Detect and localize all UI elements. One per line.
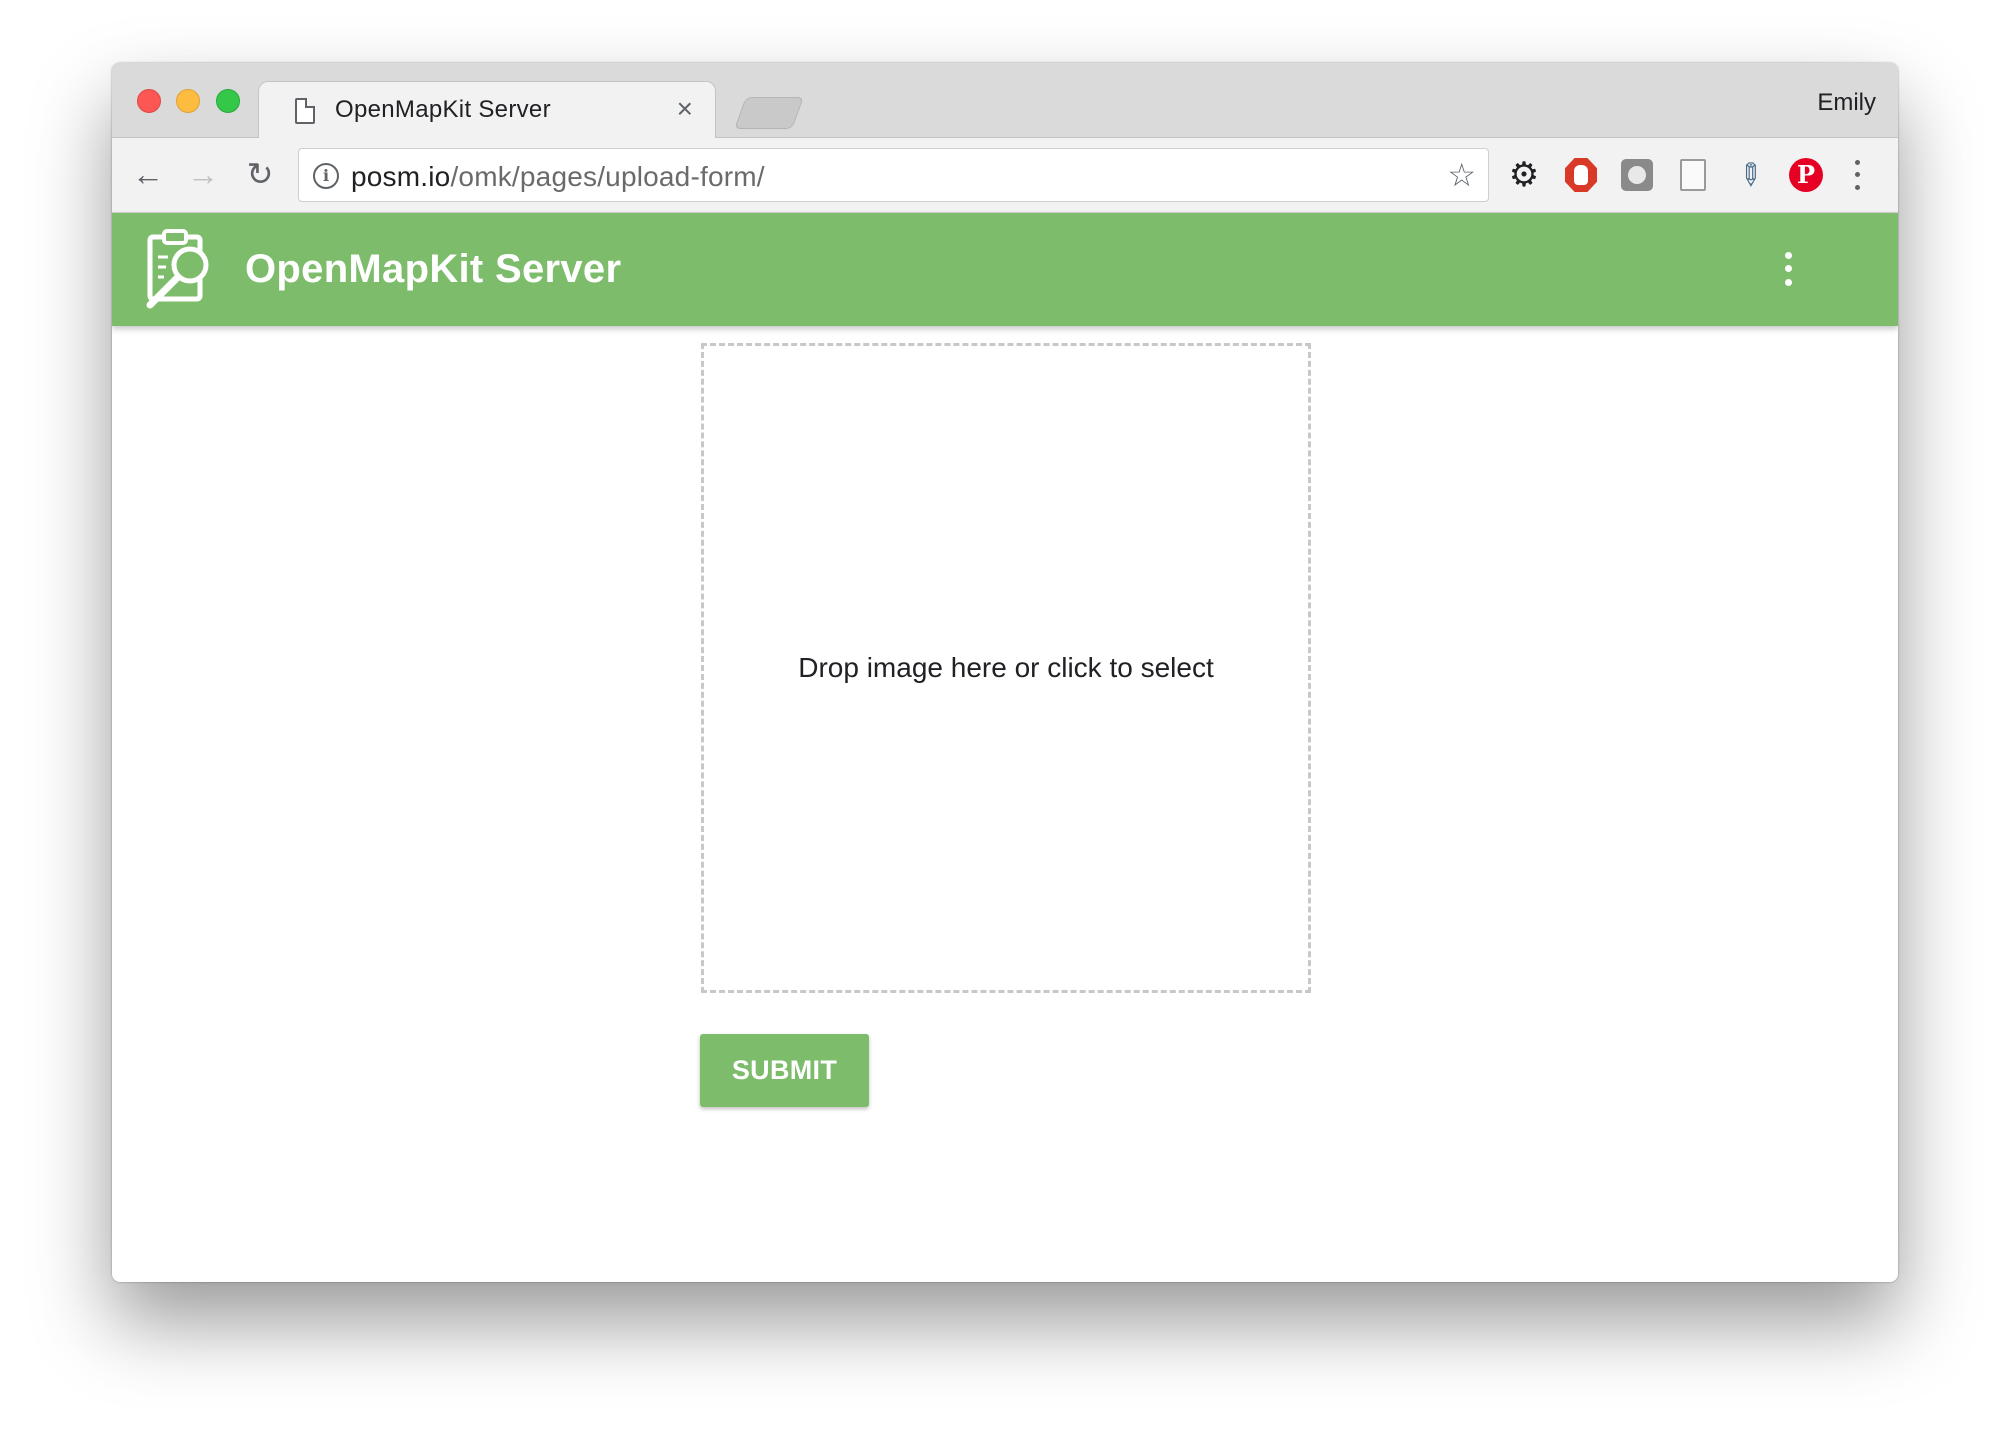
dropzone-label: Drop image here or click to select <box>798 652 1214 683</box>
address-bar[interactable]: i posm.io/omk/pages/upload-form/ ☆ <box>298 148 1489 202</box>
reload-icon[interactable]: ↻ <box>238 152 282 196</box>
tab-openmapkit-server[interactable]: OpenMapKit Server × <box>258 81 716 139</box>
kebab-menu-icon[interactable] <box>1845 156 1869 194</box>
star-icon[interactable]: ☆ <box>1447 157 1476 193</box>
gear-icon[interactable]: ⚙ <box>1505 156 1543 194</box>
close-window-button[interactable] <box>137 89 161 113</box>
pinterest-icon[interactable]: P <box>1787 156 1825 194</box>
kebab-menu-icon[interactable] <box>1778 249 1798 289</box>
page-icon[interactable] <box>1674 156 1712 194</box>
maximize-window-button[interactable] <box>216 89 240 113</box>
tab-close-icon[interactable]: × <box>677 93 693 124</box>
info-icon[interactable]: i <box>313 163 339 189</box>
eyedropper-icon[interactable]: ✎ <box>1723 148 1777 202</box>
document-icon <box>295 98 315 124</box>
minimize-window-button[interactable] <box>176 89 200 113</box>
forward-arrow-icon[interactable]: → <box>181 152 225 196</box>
tab-title: OpenMapKit Server <box>335 96 551 123</box>
clipboard-magnifier-logo <box>146 229 209 309</box>
browser-window: OpenMapKit Server × Emily ← → ↻ i posm.i… <box>112 63 1898 1282</box>
back-arrow-icon[interactable]: ← <box>126 152 170 196</box>
browser-toolbar: ← → ↻ i posm.io/omk/pages/upload-form/ ☆… <box>112 138 1898 213</box>
stop-hand-icon[interactable] <box>1562 156 1600 194</box>
url-text[interactable]: posm.io/omk/pages/upload-form/ <box>351 161 765 193</box>
image-dropzone[interactable]: Drop image here or click to select <box>701 343 1311 993</box>
submit-button[interactable]: SUBMIT <box>700 1034 869 1107</box>
new-tab-button[interactable] <box>734 97 804 129</box>
profile-name[interactable]: Emily <box>1817 89 1876 117</box>
title-bar: OpenMapKit Server × Emily <box>112 63 1898 139</box>
app-title: OpenMapKit Server <box>245 247 622 291</box>
app-header: OpenMapKit Server <box>112 213 1898 326</box>
ghost-icon[interactable] <box>1618 156 1656 194</box>
